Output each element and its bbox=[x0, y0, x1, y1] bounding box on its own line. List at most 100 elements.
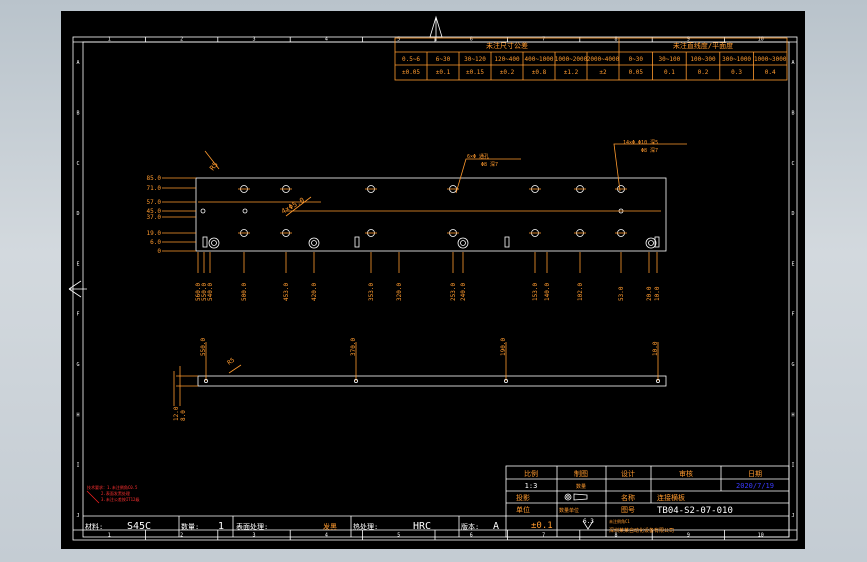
linear-range: 1000~2000 bbox=[555, 56, 588, 63]
counterbore-hole bbox=[457, 237, 469, 249]
top-view: 550.0 370.0 190.0 10.0 12.0 8.0 R5 bbox=[173, 338, 667, 421]
radius-leader-text: R5 bbox=[208, 161, 219, 173]
zone-row-right: J bbox=[791, 513, 794, 519]
linear-value: ±0.05 bbox=[402, 69, 420, 76]
company-name: 深圳某某自动化设备有限公司 bbox=[609, 527, 674, 534]
height-dimension: 8.0 bbox=[180, 410, 187, 421]
scale-value: 1:3 bbox=[525, 482, 538, 490]
y-dimension: 85.0 bbox=[147, 175, 162, 182]
top-dimension: 370.0 bbox=[350, 338, 357, 356]
zone-row-left: A bbox=[76, 60, 79, 66]
roughness-value: 6.3 bbox=[583, 518, 594, 525]
zone-row-right: G bbox=[791, 362, 794, 368]
radius-dimension: R5 bbox=[226, 357, 236, 367]
counterbore-inner bbox=[648, 240, 654, 246]
slot bbox=[202, 236, 208, 248]
linear-range: 0.5~6 bbox=[402, 56, 420, 63]
height-dimension: 12.0 bbox=[173, 406, 180, 421]
zone-row-right: H bbox=[791, 412, 794, 418]
zone-row-left: B bbox=[76, 110, 79, 116]
flat-range: 300~1000 bbox=[722, 56, 751, 63]
flatness-tolerance-title: 未注直线度/平面度 bbox=[673, 41, 733, 50]
surface-label: 表面处理: bbox=[236, 522, 268, 531]
zone-row-left: J bbox=[76, 513, 79, 519]
zone-col-bottom: 6 bbox=[470, 533, 473, 539]
tolerance-table: 未注尺寸公差 未注直线度/平面度 0.5~6 ±0.05 6~30 ±0.1 30~12… bbox=[394, 37, 788, 81]
zone-col-top: 7 bbox=[542, 37, 545, 43]
material-value: S45C bbox=[127, 521, 151, 532]
depth-callout-2: Φ8 深7 bbox=[641, 147, 658, 154]
linear-value: ±0.2 bbox=[500, 69, 515, 76]
unit-value: 数量单位 bbox=[559, 507, 579, 514]
material-label: 材料: bbox=[85, 522, 103, 531]
left-center-arrow bbox=[68, 280, 87, 298]
zone-col-bottom: 3 bbox=[252, 533, 255, 539]
flat-range: 100~300 bbox=[690, 56, 716, 63]
note-line-3: 3.未注公差按IT12级 bbox=[101, 496, 139, 502]
hole-leader-text: 4×Φ5.0 bbox=[280, 196, 306, 216]
zone-row-right: F bbox=[791, 312, 794, 318]
unit-label: 单位 bbox=[516, 505, 530, 514]
x-dimension: 500.0 bbox=[241, 283, 248, 301]
linear-range: 120~400 bbox=[494, 56, 520, 63]
x-dimension: 240.0 bbox=[460, 283, 467, 301]
zone-row-left: F bbox=[76, 312, 79, 318]
zone-markers: 1122334455667788991010A AB BC CD DE EF FG GH HI I… bbox=[76, 37, 795, 540]
projection-label: 投影 bbox=[516, 493, 530, 502]
x-dimension: 10.0 bbox=[654, 286, 661, 301]
quantity-value: 1 bbox=[218, 521, 224, 532]
quantity-label: 数量: bbox=[181, 522, 199, 531]
slot bbox=[354, 236, 360, 248]
quantity-tag: 数量 bbox=[576, 483, 586, 490]
zone-row-left: I bbox=[76, 463, 79, 469]
plate-edge-view bbox=[197, 375, 667, 387]
top-dimension: 190.0 bbox=[500, 338, 507, 356]
depth-callout-1: Φ8 深7 bbox=[481, 161, 498, 168]
zone-col-top: 3 bbox=[252, 37, 255, 43]
title-block-header: 制图 bbox=[574, 469, 588, 478]
zone-col-top: 1 bbox=[108, 37, 111, 43]
top-dimension: 550.0 bbox=[200, 338, 207, 356]
zone-col-bottom: 4 bbox=[325, 533, 328, 539]
zone-col-top: 4 bbox=[325, 37, 328, 43]
flat-value: 0.05 bbox=[629, 69, 644, 76]
zone-row-left: C bbox=[76, 161, 79, 167]
counterbore-hole bbox=[208, 237, 220, 249]
pin-hole bbox=[200, 208, 206, 214]
zone-col-top: 6 bbox=[470, 37, 473, 43]
title-block: 比例 制图 设计 审核 日期 1:3 数量 2020/7/19 投影 名称 连接横板 单… bbox=[505, 465, 790, 538]
general-tolerance: ±0.1 bbox=[531, 521, 553, 531]
x-dimension: 420.0 bbox=[311, 283, 318, 301]
y-dimension: 6.0 bbox=[150, 239, 161, 246]
drawing-canvas: 1122334455667788991010A AB BC CD DE EF FG GH HI I… bbox=[68, 15, 798, 541]
title-block-header: 日期 bbox=[748, 470, 762, 478]
zone-row-left: E bbox=[76, 261, 79, 267]
title-block-header: 审核 bbox=[679, 469, 693, 478]
linear-value: ±0.8 bbox=[532, 69, 547, 76]
zone-col-bottom: 1 bbox=[108, 533, 111, 539]
x-dimension: 102.0 bbox=[577, 283, 584, 301]
surface-value: 发黑 bbox=[323, 522, 337, 531]
note-line-1: 技术要求：1.未注倒角C0.5 bbox=[87, 484, 138, 490]
radius-leader bbox=[228, 364, 242, 374]
drawing-no-label: 图号 bbox=[621, 506, 635, 514]
x-dimension: 253.0 bbox=[450, 283, 457, 301]
part-name: 连接横板 bbox=[657, 493, 685, 502]
zone-col-bottom: 7 bbox=[542, 533, 545, 539]
cad-viewport[interactable]: 1 1 2 2 3 3 4 4 5 5 6 6 7 7 8 8 9 9 10 10 A A B B C C D D E E F F G G H H I I… bbox=[61, 11, 805, 549]
inner-border bbox=[82, 41, 790, 538]
zone-col-bottom: 2 bbox=[180, 533, 183, 539]
counterbore-inner bbox=[311, 240, 317, 246]
linear-tolerance-title: 未注尺寸公差 bbox=[486, 41, 528, 50]
flat-range: 1000~3000 bbox=[754, 56, 787, 63]
zone-col-top: 10 bbox=[758, 37, 764, 43]
linear-value: ±1.2 bbox=[564, 69, 579, 76]
linear-range: 6~30 bbox=[436, 56, 451, 63]
linear-range: 2000~4000 bbox=[587, 56, 620, 63]
zone-col-top: 8 bbox=[614, 37, 617, 43]
zone-row-right: A bbox=[791, 60, 794, 66]
flat-range: 30~100 bbox=[659, 56, 681, 63]
flat-value: 0.4 bbox=[765, 69, 776, 76]
zone-row-left: D bbox=[76, 211, 79, 217]
x-dimension: 20.0 bbox=[646, 286, 653, 301]
